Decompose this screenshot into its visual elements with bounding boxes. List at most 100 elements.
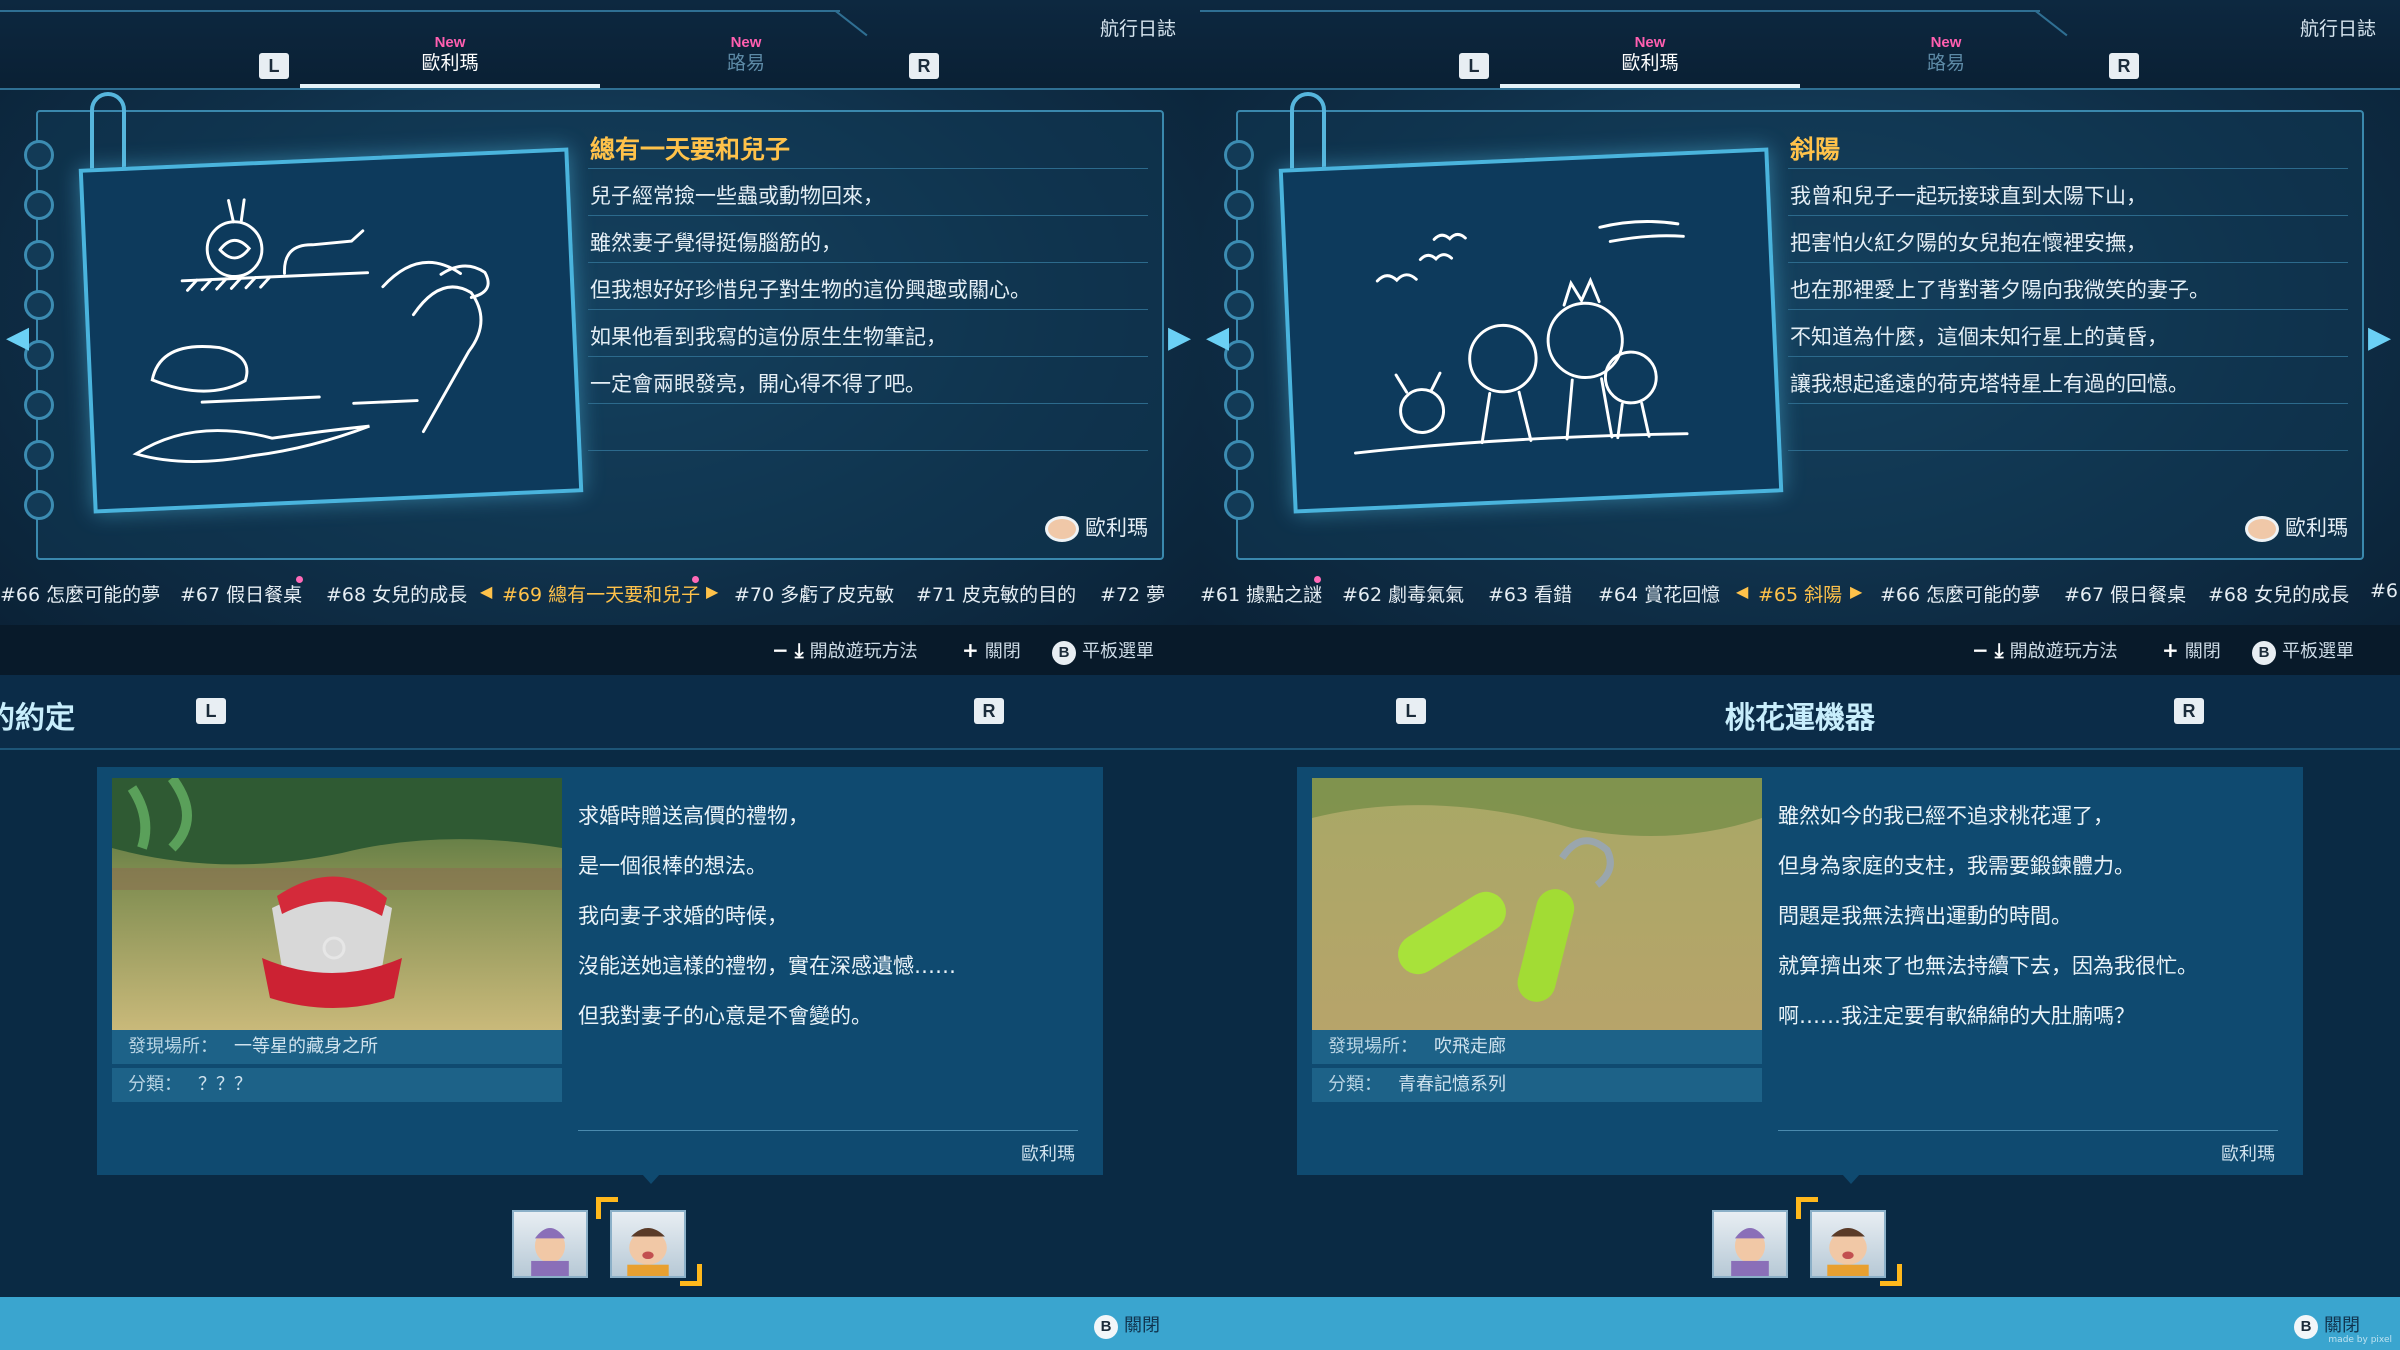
family-sketch-image [1278, 147, 1784, 514]
timeline-item[interactable]: #71 皮克敏的目的 [916, 580, 1076, 607]
timeline-current[interactable]: #65 斜陽 [1758, 580, 1842, 607]
hint-label: 關閉 [1124, 1315, 1160, 1336]
timeline-item[interactable]: #66 怎麼可能的夢 [1880, 580, 2040, 607]
entry-timeline: #66 怎麼可能的夢 #67 假日餐桌 #68 女兒的成長 ◀ #69 總有一天… [0, 576, 1200, 610]
tab-olimar[interactable]: New 歐利瑪 [410, 34, 490, 74]
description-line: 就算擠出來了也無法持續下去，因為我很忙。 [1778, 954, 2198, 978]
selection-corner-icon [680, 1264, 702, 1286]
chevron-left-icon: ◀ [1736, 582, 1749, 601]
description-line: 啊……我注定要有軟綿綿的大肚腩嗎？ [1778, 1004, 2135, 1028]
entry-line: 讓我想起遙遠的荷克塔特星上有過的回憶。 [1790, 372, 2189, 396]
button-hints: − ⤓ 開啟遊玩方法 + 關閉 B 平板選單 [1200, 625, 2400, 675]
ruled-line [588, 403, 1148, 404]
author-name: 歐利瑪 [2285, 516, 2348, 540]
treasure-photo-ring-box [112, 775, 562, 1030]
log-header: 航行日誌 L New 歐利瑪 New 路易 R [0, 0, 1200, 90]
timeline-item[interactable]: #66 怎麼可能的夢 [0, 580, 160, 607]
description-line: 沒能送她這樣的禮物，實在深感遺憾…… [578, 954, 956, 978]
location-label: 發現場所： [128, 1036, 218, 1057]
portrait-olimar[interactable] [610, 1210, 686, 1278]
open-guide-hint[interactable]: − ⤓ 開啟遊玩方法 [1972, 637, 2118, 663]
binder-ring [24, 290, 54, 320]
footer-bar: B 關閉 [0, 1297, 1200, 1350]
timeline-item[interactable]: #68 女兒的成長 [326, 580, 467, 607]
active-tab-indicator [1500, 84, 1800, 88]
hint-label: 關閉 [2324, 1315, 2360, 1336]
chevron-right-icon: ▶ [706, 582, 719, 601]
l-button[interactable]: L [259, 53, 289, 79]
tablet-menu-hint[interactable]: B 平板選單 [1052, 637, 1154, 665]
timeline-item[interactable]: #68 女兒的成長 [2208, 580, 2349, 607]
tab-label: 路易 [1926, 52, 1965, 74]
log-header: 航行日誌 L New 歐利瑪 New 路易 R [1200, 0, 2400, 90]
new-badge: New [434, 34, 466, 51]
description-line: 我向妻子求婚的時候， [578, 904, 788, 928]
hint-label: 關閉 [2184, 641, 2221, 662]
timeline-current[interactable]: #69 總有一天要和兒子 [502, 580, 700, 607]
chevron-right-icon[interactable]: ▶ [2368, 320, 2391, 355]
app-title: 航行日誌 [2299, 18, 2376, 40]
r-button[interactable]: R [974, 698, 1004, 724]
new-dot [296, 576, 303, 583]
binder-ring [1224, 190, 1254, 220]
chevron-left-icon[interactable]: ◀ [6, 320, 29, 355]
close-hint[interactable]: B 關閉 [1094, 1311, 1160, 1339]
creature-sketch-image [78, 147, 584, 514]
b-button-icon: B [2252, 641, 2276, 665]
l-button[interactable]: L [1459, 53, 1489, 79]
close-hint[interactable]: + 關閉 [962, 637, 1021, 663]
entry-title: 斜陽 [1790, 135, 1841, 164]
ruled-line [588, 168, 1148, 169]
timeline-item[interactable]: #62 劇毒氣氣 [1342, 580, 1464, 607]
tab-olimar[interactable]: New 歐利瑪 [1610, 34, 1690, 74]
portrait-olimar[interactable] [1810, 1210, 1886, 1278]
tablet-menu-hint[interactable]: B 平板選單 [2252, 637, 2354, 665]
entry-line: 如果他看到我寫的這份原生生物筆記， [590, 325, 947, 349]
entry-timeline: #61 據點之謎 #62 劇毒氣氣 #63 看錯 #64 賞花回憶 ◀ #65 … [1200, 576, 2400, 610]
description-line: 雖然如今的我已經不追求桃花運了， [1778, 804, 2114, 828]
r-button[interactable]: R [2109, 53, 2139, 79]
r-button[interactable]: R [2174, 698, 2204, 724]
chevron-left-icon[interactable]: ◀ [1206, 320, 1229, 355]
minus-icon: − [772, 638, 789, 662]
tab-louie[interactable]: New 路易 [706, 34, 786, 74]
timeline-item[interactable]: #67 假日餐桌 [2064, 580, 2186, 607]
portrait-louie[interactable] [512, 1210, 588, 1278]
selection-corner-icon [596, 1197, 618, 1219]
r-button[interactable]: R [909, 53, 939, 79]
location-value: 一等星的藏身之所 [234, 1036, 378, 1057]
hint-label: 平板選單 [1082, 641, 1154, 662]
timeline-item[interactable]: #64 賞花回憶 [1598, 580, 1720, 607]
ruled-line [588, 215, 1148, 216]
timeline-item[interactable]: #70 多虧了皮克敏 [734, 580, 894, 607]
chevron-right-icon[interactable]: ▶ [1168, 320, 1191, 355]
portrait-louie[interactable] [1712, 1210, 1788, 1278]
new-badge: New [1930, 34, 1962, 51]
olimar-face-icon [1045, 516, 1079, 542]
timeline-item[interactable]: #6 [2370, 580, 2398, 602]
header-divider [0, 10, 840, 12]
binder-ring [24, 490, 54, 520]
tab-louie[interactable]: New 路易 [1906, 34, 1986, 74]
tab-label: 歐利瑪 [1621, 52, 1679, 74]
author-name: 歐利瑪 [1085, 516, 1148, 540]
close-hint[interactable]: + 關閉 [2162, 637, 2221, 663]
tab-label: 路易 [726, 52, 765, 74]
new-badge: New [730, 34, 762, 51]
watermark: made by pixel [2328, 1335, 2392, 1345]
entry-line: 也在那裡愛上了背對著夕陽向我微笑的妻子。 [1790, 278, 2210, 302]
ruled-line [1788, 262, 2348, 263]
treasure-photo-hand-grip [1312, 778, 1762, 1030]
olimar-face-icon [2245, 516, 2279, 542]
active-tab-indicator [300, 84, 600, 88]
hint-label: 關閉 [984, 641, 1021, 662]
open-guide-hint[interactable]: − ⤓ 開啟遊玩方法 [772, 637, 918, 663]
app-title: 航行日誌 [1099, 18, 1176, 40]
category-value: ？？？ [198, 1074, 252, 1095]
treasure-author: 歐利瑪 [2221, 1144, 2275, 1165]
timeline-item[interactable]: #63 看錯 [1488, 580, 1572, 607]
ruled-line [1788, 403, 2348, 404]
timeline-item[interactable]: #72 夢 [1100, 580, 1165, 607]
timeline-item[interactable]: #67 假日餐桌 [180, 580, 302, 607]
timeline-item[interactable]: #61 據點之謎 [1200, 580, 1322, 607]
